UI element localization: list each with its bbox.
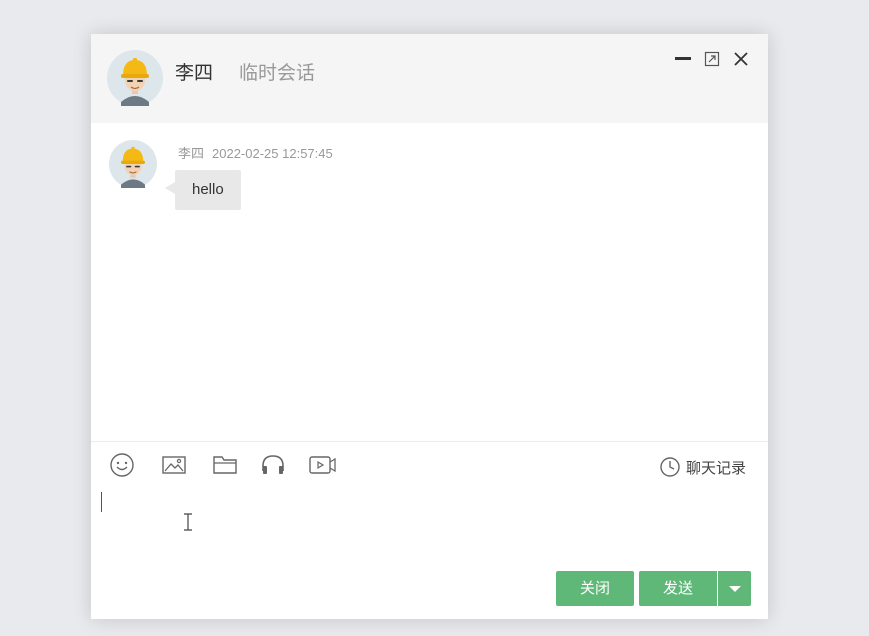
contact-name: 李四 (175, 63, 214, 84)
headset-icon[interactable] (260, 452, 286, 478)
chat-window: 李四 临时会话 李四 2022-02-25 12:57:45 hello 聊天记… (91, 34, 768, 619)
message-meta: 李四 2022-02-25 12:57:45 (178, 143, 333, 162)
video-icon[interactable] (308, 452, 336, 478)
worker-hardhat-avatar-icon[interactable] (107, 50, 163, 106)
ibeam-cursor-icon (183, 513, 193, 531)
chat-history-label: 聊天记录 (686, 460, 747, 477)
send-button[interactable]: 发送 (639, 571, 717, 606)
close-button[interactable]: 关闭 (556, 571, 634, 606)
maximize-icon[interactable] (704, 50, 720, 68)
folder-icon[interactable] (212, 452, 238, 478)
minimize-icon[interactable] (674, 50, 692, 68)
chat-header: 李四 临时会话 (91, 34, 768, 123)
close-icon[interactable] (733, 50, 749, 68)
send-options-button[interactable] (718, 571, 751, 606)
session-type-label: 临时会话 (239, 63, 316, 84)
message-bubble: hello (165, 170, 241, 210)
message-list: 李四 2022-02-25 12:57:45 hello (91, 123, 768, 441)
clock-icon (660, 457, 680, 477)
message-sender: 李四 (178, 146, 205, 161)
message-input[interactable] (99, 489, 765, 565)
message-timestamp: 2022-02-25 12:57:45 (212, 146, 333, 161)
input-toolbar: 聊天记录 (91, 441, 768, 488)
chevron-down-icon (729, 586, 741, 592)
worker-hardhat-avatar-icon[interactable] (109, 140, 157, 188)
emoji-icon[interactable] (109, 452, 135, 478)
text-caret (101, 492, 102, 512)
image-icon[interactable] (161, 452, 187, 478)
